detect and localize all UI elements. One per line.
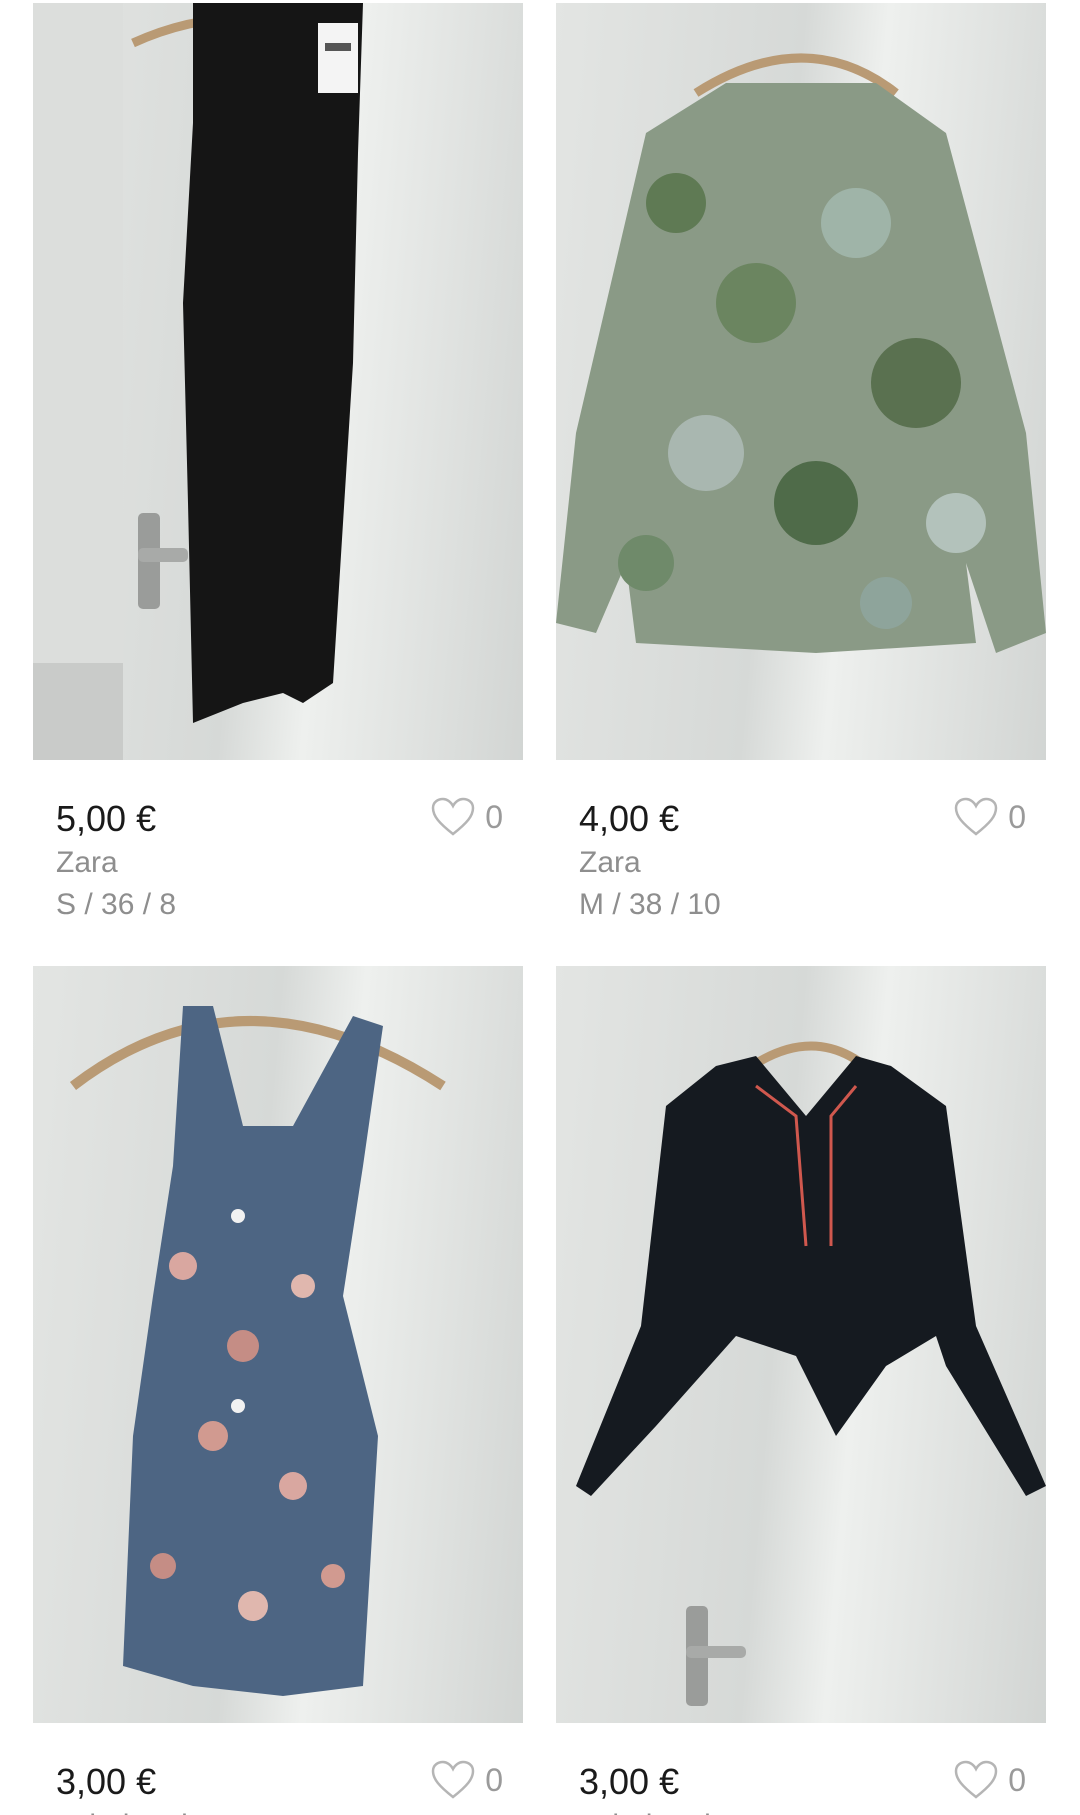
item-size: M / 38 / 10 [579, 888, 721, 921]
favorite-count: 0 [485, 1761, 503, 1798]
item-price: 3,00 € [579, 1761, 680, 1802]
item-brand: Zara [56, 846, 118, 879]
item-size: S / 36 / 8 [56, 888, 177, 921]
favorite-button[interactable]: 0 [431, 794, 503, 840]
item-price: 5,00 € [56, 798, 157, 839]
item-price: 3,00 € [56, 1761, 157, 1802]
favorite-count: 0 [1008, 798, 1026, 835]
item-photo-black-blazer[interactable] [556, 966, 1046, 1723]
heart-icon [431, 797, 475, 836]
item-brand: onbekend [579, 1809, 711, 1815]
favorite-button[interactable]: 0 [954, 794, 1026, 840]
item-brand: onbekend [56, 1809, 188, 1815]
item-price: 4,00 € [579, 798, 680, 839]
item-photo-floral-blouse[interactable] [556, 3, 1046, 760]
favorite-count: 0 [1008, 1761, 1026, 1798]
heart-icon [431, 1760, 475, 1799]
favorite-button[interactable]: 0 [954, 1757, 1026, 1803]
heart-icon [954, 797, 998, 836]
favorite-button[interactable]: 0 [431, 1757, 503, 1803]
item-photo-floral-playsuit[interactable] [33, 966, 523, 1723]
item-brand: Zara [579, 846, 641, 879]
item-photo-black-dress[interactable] [33, 3, 523, 760]
heart-icon [954, 1760, 998, 1799]
favorite-count: 0 [485, 798, 503, 835]
